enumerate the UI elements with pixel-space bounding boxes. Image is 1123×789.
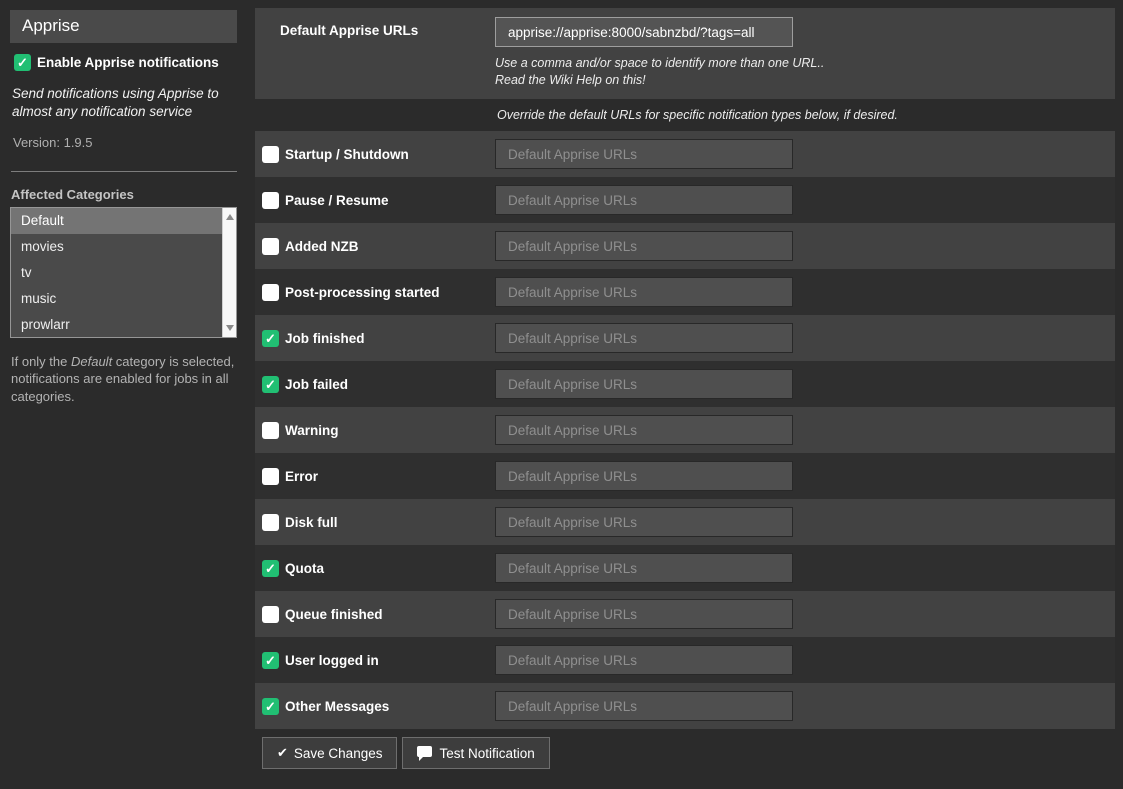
notification-label: User logged in <box>285 653 379 668</box>
notification-rows: Startup / Shutdown Pause / Resume Added … <box>255 131 1115 729</box>
categories-listbox[interactable]: Defaultmoviestvmusicprowlarr <box>10 207 237 338</box>
notification-row: Warning <box>255 407 1115 453</box>
page-title: Apprise <box>10 10 237 43</box>
notification-url-input[interactable] <box>495 139 793 169</box>
default-category-note: If only the Default category is selected… <box>11 353 236 406</box>
urls-help-line1: Use a comma and/or space to identify mor… <box>495 55 824 72</box>
notification-url-input[interactable] <box>495 277 793 307</box>
notification-row: Quota <box>255 545 1115 591</box>
notification-row: Other Messages <box>255 683 1115 729</box>
scroll-down-icon[interactable] <box>226 325 234 331</box>
notification-checkbox[interactable] <box>262 560 279 577</box>
notification-url-input[interactable] <box>495 369 793 399</box>
notification-row: Post-processing started <box>255 269 1115 315</box>
version-text: Version: 1.9.5 <box>13 135 237 150</box>
notification-checkbox[interactable] <box>262 468 279 485</box>
listbox-scrollbar[interactable] <box>222 208 236 337</box>
enable-apprise-row[interactable]: Enable Apprise notifications <box>14 54 237 71</box>
category-item-tv[interactable]: tv <box>11 260 222 286</box>
notification-row: Queue finished <box>255 591 1115 637</box>
notification-checkbox[interactable] <box>262 238 279 255</box>
notification-label: Added NZB <box>285 239 359 254</box>
notification-checkbox[interactable] <box>262 606 279 623</box>
affected-categories-label: Affected Categories <box>11 187 237 202</box>
notification-label: Queue finished <box>285 607 383 622</box>
notification-label: Pause / Resume <box>285 193 389 208</box>
urls-help-line2: Read the Wiki Help on this! <box>495 72 824 89</box>
category-item-prowlarr[interactable]: prowlarr <box>11 312 222 338</box>
scroll-up-icon[interactable] <box>226 214 234 220</box>
notification-row: User logged in <box>255 637 1115 683</box>
notification-url-input[interactable] <box>495 691 793 721</box>
default-urls-input[interactable] <box>495 17 793 47</box>
notification-url-input[interactable] <box>495 599 793 629</box>
notification-label: Quota <box>285 561 324 576</box>
notification-row: Pause / Resume <box>255 177 1115 223</box>
speech-bubble-icon <box>417 746 432 757</box>
notification-url-input[interactable] <box>495 415 793 445</box>
notification-url-input[interactable] <box>495 507 793 537</box>
urls-help-text: Use a comma and/or space to identify mor… <box>495 55 824 89</box>
notification-label: Other Messages <box>285 699 389 714</box>
notification-checkbox[interactable] <box>262 376 279 393</box>
override-note: Override the default URLs for specific n… <box>255 99 1115 131</box>
categories-list: Defaultmoviestvmusicprowlarr <box>11 208 222 337</box>
notification-label: Post-processing started <box>285 285 440 300</box>
notification-checkbox[interactable] <box>262 514 279 531</box>
default-urls-section: Default Apprise URLs Use a comma and/or … <box>255 8 1115 99</box>
notification-checkbox[interactable] <box>262 284 279 301</box>
notification-label: Startup / Shutdown <box>285 147 409 162</box>
notification-url-input[interactable] <box>495 645 793 675</box>
main-panel: Default Apprise URLs Use a comma and/or … <box>255 8 1115 769</box>
apprise-description: Send notifications using Apprise to almo… <box>12 85 235 121</box>
notification-checkbox[interactable] <box>262 422 279 439</box>
notification-row: Added NZB <box>255 223 1115 269</box>
notification-checkbox[interactable] <box>262 192 279 209</box>
notification-url-input[interactable] <box>495 461 793 491</box>
notification-label: Disk full <box>285 515 338 530</box>
notification-checkbox[interactable] <box>262 146 279 163</box>
notification-url-input[interactable] <box>495 323 793 353</box>
page: Apprise Enable Apprise notifications Sen… <box>0 0 1123 779</box>
save-changes-button[interactable]: ✔ Save Changes <box>262 737 397 769</box>
category-item-default[interactable]: Default <box>11 208 222 234</box>
notification-row: Disk full <box>255 499 1115 545</box>
sidebar: Apprise Enable Apprise notifications Sen… <box>10 10 237 769</box>
sidebar-divider <box>11 171 237 172</box>
notification-url-input[interactable] <box>495 231 793 261</box>
notification-url-input[interactable] <box>495 553 793 583</box>
category-item-music[interactable]: music <box>11 286 222 312</box>
save-changes-label: Save Changes <box>294 746 383 761</box>
notification-row: Error <box>255 453 1115 499</box>
notification-row: Job finished <box>255 315 1115 361</box>
notification-url-input[interactable] <box>495 185 793 215</box>
notification-row: Job failed <box>255 361 1115 407</box>
checkmark-icon: ✔ <box>277 745 288 761</box>
notification-checkbox[interactable] <box>262 330 279 347</box>
test-notification-label: Test Notification <box>439 746 534 761</box>
enable-apprise-label: Enable Apprise notifications <box>37 55 219 70</box>
enable-apprise-checkbox[interactable] <box>14 54 31 71</box>
default-urls-label: Default Apprise URLs <box>255 8 495 89</box>
notification-label: Job finished <box>285 331 365 346</box>
category-item-movies[interactable]: movies <box>11 234 222 260</box>
test-notification-button[interactable]: Test Notification <box>402 737 549 769</box>
notification-label: Warning <box>285 423 339 438</box>
notification-row: Startup / Shutdown <box>255 131 1115 177</box>
notification-checkbox[interactable] <box>262 652 279 669</box>
button-bar: ✔ Save Changes Test Notification <box>262 737 1115 769</box>
notification-label: Job failed <box>285 377 348 392</box>
notification-checkbox[interactable] <box>262 698 279 715</box>
notification-label: Error <box>285 469 318 484</box>
